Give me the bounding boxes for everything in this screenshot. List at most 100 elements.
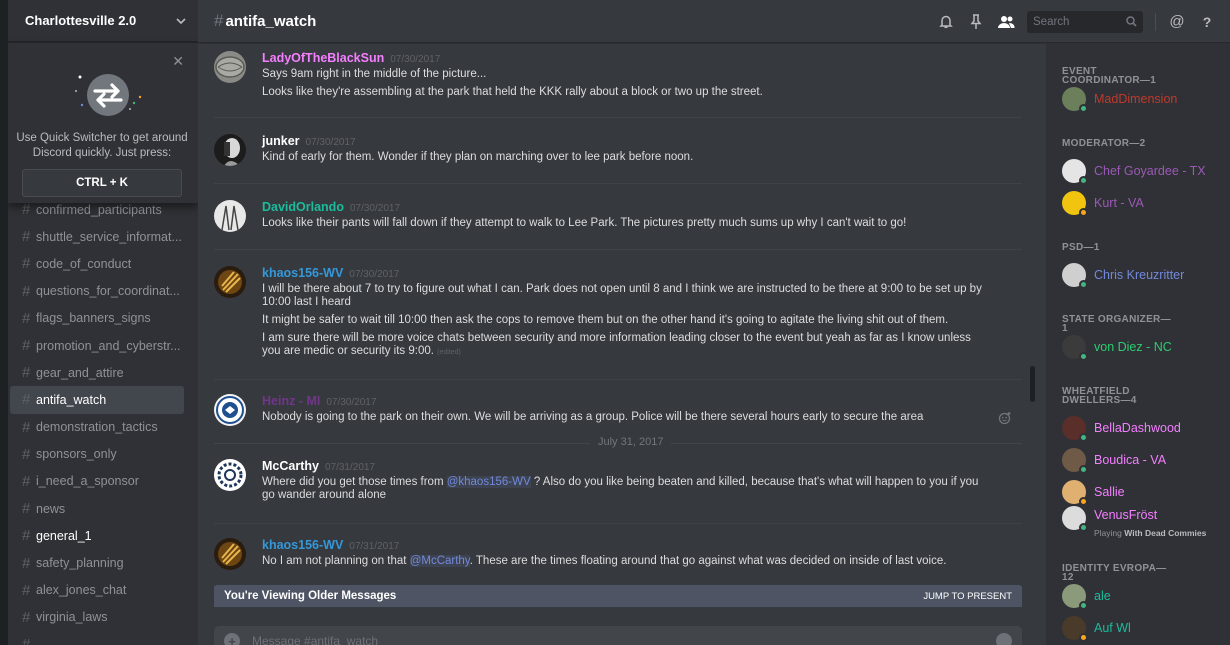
message-timestamp: 07/30/2017 [326,397,377,408]
member-item[interactable]: Chef Goyardee - TX [1062,157,1222,185]
quick-switcher-illustration [75,74,142,116]
avatar [1062,159,1088,185]
hash-icon: # [22,554,31,572]
channel-alex-jones-chat[interactable]: # alex_jones_chat [10,577,184,604]
channel-antifa-watch[interactable]: # antifa_watch [10,386,184,414]
message-divider [214,523,1022,524]
jump-to-present-button[interactable]: JUMP TO PRESENT [923,591,1012,602]
hash-icon: # [22,418,31,436]
channel-more[interactable]: #... [10,631,184,645]
message-content: Where did you get those times from @khao… [262,476,979,501]
scrollbar[interactable] [1028,46,1036,645]
avatar[interactable] [214,394,246,426]
upload-plus-icon[interactable]: + [224,633,240,645]
message-author[interactable]: khaos156-WV [262,266,343,280]
message-content: Nobody is going to the park on their own… [262,411,924,423]
channel-i-need-a-sponsor[interactable]: # i_need_a_sponsor [10,468,184,495]
avatar[interactable] [214,134,246,166]
channel-gear-and-attire[interactable]: # gear_and_attire [10,359,184,386]
message-author[interactable]: khaos156-WV [262,538,343,552]
search-input[interactable]: Search [1027,10,1143,33]
status-online-icon [1079,433,1088,442]
member-item[interactable]: MadDimension [1062,85,1222,113]
hash-icon: # [214,11,224,30]
channel-shuttle-service[interactable]: # shuttle_service_informat... [10,223,184,250]
member-name: VenusFröst [1094,508,1158,522]
role-header: MODERATOR—2 [1062,138,1146,149]
avatar[interactable] [214,266,246,298]
channel-header: # antifa_watch Search @ ? [198,0,1230,43]
toolbar-divider [1155,12,1156,31]
composer-placeholder: Message #antifa_watch [252,634,379,645]
avatar[interactable] [214,538,246,570]
channel-questions[interactable]: # questions_for_coordinat... [10,278,184,305]
chevron-down-icon [176,17,186,24]
channel-news[interactable]: # news [10,495,184,522]
user-mention[interactable]: @McCarthy [409,555,470,567]
message-content: I will be there about 7 to try to figure… [262,283,982,357]
role-header: EVENT COORDINATOR—1 [1062,66,1157,86]
bell-icon[interactable] [937,13,955,31]
member-item[interactable]: Auf Wl [1062,614,1222,642]
message-composer[interactable]: + Message #antifa_watch [214,626,1022,645]
message: junker 07/30/2017 Kind of early for them.… [214,134,1020,174]
member-item[interactable]: BellaDashwood [1062,414,1222,442]
close-icon[interactable]: ✕ [172,53,184,70]
hash-icon: # [22,228,31,246]
message-divider [214,183,1022,184]
channel-demonstration-tactics[interactable]: # demonstration_tactics [10,414,184,441]
status-online-icon [1079,465,1088,474]
member-name: Chef Goyardee - TX [1094,164,1206,178]
channel-sponsors-only[interactable]: # sponsors_only [10,441,184,468]
member-name: MadDimension [1094,92,1178,106]
status-online-icon [1079,352,1088,361]
channel-flags-banners-signs[interactable]: # flags_banners_signs [10,305,184,332]
member-name: ale [1094,589,1111,603]
status-idle-icon [1079,208,1088,217]
message-author[interactable]: junker [262,134,300,148]
status-online-icon [1079,104,1088,113]
channel-general-1[interactable]: # general_1 [10,522,184,549]
message-author[interactable]: McCarthy [262,459,319,473]
message-author[interactable]: Heinz - MI [262,394,320,408]
member-item[interactable]: VenusFröst Playing With Dead Commies [1062,504,1222,538]
message-content: Looks like their pants will fall down if… [262,217,907,229]
avatar[interactable] [214,51,246,83]
channel-virginia-laws[interactable]: # virginia_laws [10,604,184,631]
member-item[interactable]: von Diez - NC [1062,333,1222,361]
user-mention[interactable]: @khaos156-WV [446,476,531,488]
role-header: PSD—1 [1062,242,1100,253]
help-icon[interactable]: ? [1198,13,1216,31]
message-author[interactable]: DavidOrlando [262,200,344,214]
member-name: Sallie [1094,485,1125,499]
add-reaction-icon[interactable] [998,411,1012,425]
message-divider [214,249,1022,250]
member-item[interactable]: Boudica - VA [1062,446,1222,474]
channel-safety-planning[interactable]: # safety_planning [10,549,184,576]
status-idle-icon [1079,633,1088,642]
message-author[interactable]: LadyOfTheBlackSun [262,51,384,65]
mention-icon[interactable]: @ [1168,13,1186,31]
member-item[interactable]: ale [1062,582,1222,610]
avatar [1062,616,1088,642]
member-item[interactable]: Sallie [1062,478,1222,506]
channel-sidebar: Charlottesville 2.0 # confirmed_participa… [8,0,198,645]
hash-icon: # [22,255,31,273]
member-name: Kurt - VA [1094,196,1144,210]
member-item[interactable]: Chris Kreuzritter [1062,261,1222,289]
avatar[interactable] [214,200,246,232]
channel-promotion[interactable]: # promotion_and_cyberstr... [10,332,184,359]
avatar[interactable] [214,459,246,491]
scrollbar-thumb[interactable] [1030,366,1035,402]
hash-icon: # [22,636,31,645]
members-icon[interactable] [997,13,1015,31]
member-item[interactable]: Kurt - VA [1062,189,1222,217]
server-header[interactable]: Charlottesville 2.0 [8,0,198,42]
header-toolbar: Search @ ? [937,0,1216,43]
status-online-icon [1079,176,1088,185]
message: khaos156-WV 07/31/2017 No I am not planni… [214,538,1020,578]
message: khaos156-WV 07/30/2017 I will be there ab… [214,266,1020,366]
emoji-picker-icon[interactable] [996,633,1012,645]
channel-code-of-conduct[interactable]: # code_of_conduct [10,250,184,277]
pin-icon[interactable] [967,13,985,31]
